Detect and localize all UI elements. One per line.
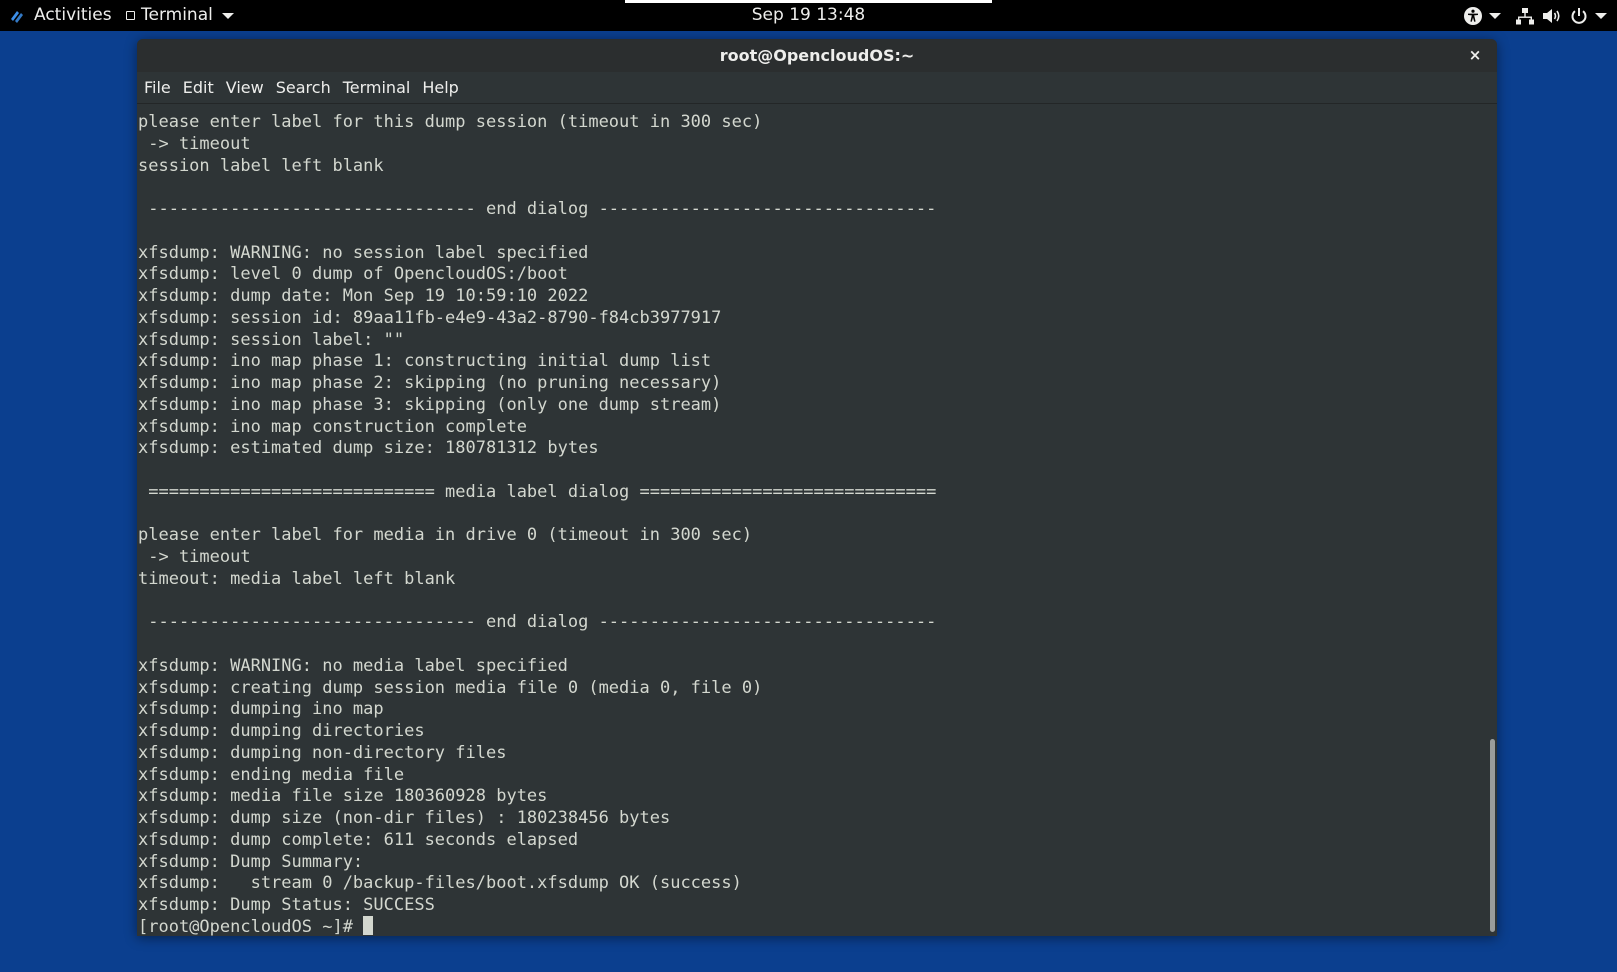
terminal-line: xfsdump: WARNING: no session label speci… xyxy=(138,242,589,263)
terminal-cursor xyxy=(363,915,374,935)
terminal-line: -------------------------------- end dia… xyxy=(138,612,937,633)
window-title: root@OpencloudOS:~ xyxy=(719,46,915,65)
status-menu[interactable] xyxy=(1515,6,1607,26)
clock-container: Sep 19 13:48 xyxy=(0,0,1617,31)
activities-label: Activities xyxy=(34,5,112,25)
volume-icon xyxy=(1543,8,1560,23)
system-tray[interactable] xyxy=(1463,0,1607,31)
accessibility-menu[interactable] xyxy=(1463,6,1501,26)
terminal-line: xfsdump: dumping non-directory files xyxy=(138,742,507,763)
menu-bar: File Edit View Search Terminal Help xyxy=(137,72,1497,104)
terminal-line: xfsdump: WARNING: no media label specifi… xyxy=(138,655,568,676)
terminal-line: xfsdump: media file size 180360928 bytes xyxy=(138,786,548,807)
chevron-down-icon xyxy=(1489,12,1501,19)
top-bar: Activities Terminal Sep 19 13:48 xyxy=(0,0,1617,31)
power-icon xyxy=(1571,7,1587,24)
terminal-line: xfsdump: ino map construction complete xyxy=(138,416,527,437)
terminal-line: xfsdump: dump date: Mon Sep 19 10:59:10 … xyxy=(138,286,589,306)
clock[interactable]: Sep 19 13:48 xyxy=(752,5,865,25)
shell-prompt[interactable]: [root@OpencloudOS ~]# xyxy=(138,915,374,936)
terminal-line: xfsdump: dump complete: 611 seconds elap… xyxy=(138,829,579,850)
accessibility-icon xyxy=(1464,6,1482,25)
terminal-line: xfsdump: session id: 89aa11fb-e4e9-43a2-… xyxy=(138,307,722,328)
menu-help[interactable]: Help xyxy=(416,72,464,103)
terminal-line: please enter label for this dump session… xyxy=(138,112,763,132)
terminal-line: xfsdump: dumping directories xyxy=(138,721,425,741)
terminal-line: -------------------------------- end dia… xyxy=(138,199,937,219)
window-titlebar[interactable]: root@OpencloudOS:~ × xyxy=(137,39,1497,72)
terminal-line: -> timeout xyxy=(138,133,251,154)
terminal-line: xfsdump: creating dump session media fil… xyxy=(138,677,763,698)
menu-view[interactable]: View xyxy=(220,72,270,103)
chevron-down-icon xyxy=(221,12,234,19)
terminal-window: root@OpencloudOS:~ × File Edit View Sear… xyxy=(137,39,1497,936)
close-button[interactable]: × xyxy=(1463,39,1487,72)
app-icon xyxy=(126,11,135,20)
terminal-line: xfsdump: dump size (non-dir files) : 180… xyxy=(138,808,671,828)
terminal-line: please enter label for media in drive 0 … xyxy=(138,525,753,546)
menu-terminal[interactable]: Terminal xyxy=(337,72,417,103)
close-icon: × xyxy=(1468,46,1482,64)
terminal-scrollbar[interactable] xyxy=(1487,104,1497,936)
terminal-line: xfsdump: session label: "" xyxy=(138,329,405,350)
terminal-line: ============================ media label… xyxy=(138,481,937,502)
terminal-line: xfsdump: estimated dump size: 180781312 … xyxy=(138,438,599,459)
activities-icon xyxy=(11,10,23,23)
terminal-line: session label left blank xyxy=(138,155,384,176)
activities-button[interactable]: Activities xyxy=(8,0,112,31)
terminal-line: xfsdump: ino map phase 3: skipping (only… xyxy=(138,394,722,415)
terminal-line: xfsdump: Dump Status: SUCCESS xyxy=(138,895,435,915)
app-menu-label: Terminal xyxy=(141,5,213,25)
terminal-line: xfsdump: dumping ino map xyxy=(138,699,384,720)
terminal-line: xfsdump: stream 0 /backup-files/boot.xfs… xyxy=(138,873,742,894)
network-icon xyxy=(1516,7,1534,24)
terminal-line: xfsdump: level 0 dump of OpencloudOS:/bo… xyxy=(138,264,568,285)
terminal-line: xfsdump: ending media file xyxy=(138,764,405,785)
menu-file[interactable]: File xyxy=(137,72,177,103)
terminal-line: timeout: media label left blank xyxy=(138,568,456,589)
menu-search[interactable]: Search xyxy=(270,72,337,103)
terminal-line: xfsdump: ino map phase 2: skipping (no p… xyxy=(138,373,722,393)
menu-edit[interactable]: Edit xyxy=(177,72,220,103)
chevron-down-icon xyxy=(1595,12,1607,19)
prompt-text: [root@OpencloudOS ~]# xyxy=(138,916,364,936)
terminal-output[interactable]: please enter label for this dump session… xyxy=(137,104,1487,936)
app-menu[interactable]: Terminal xyxy=(126,0,234,31)
scrollbar-thumb[interactable] xyxy=(1490,739,1495,932)
terminal-line: xfsdump: Dump Summary: xyxy=(138,851,364,872)
clock-highlight xyxy=(625,0,992,3)
terminal-line: xfsdump: ino map phase 1: constructing i… xyxy=(138,351,712,372)
terminal-line: -> timeout xyxy=(138,547,251,567)
